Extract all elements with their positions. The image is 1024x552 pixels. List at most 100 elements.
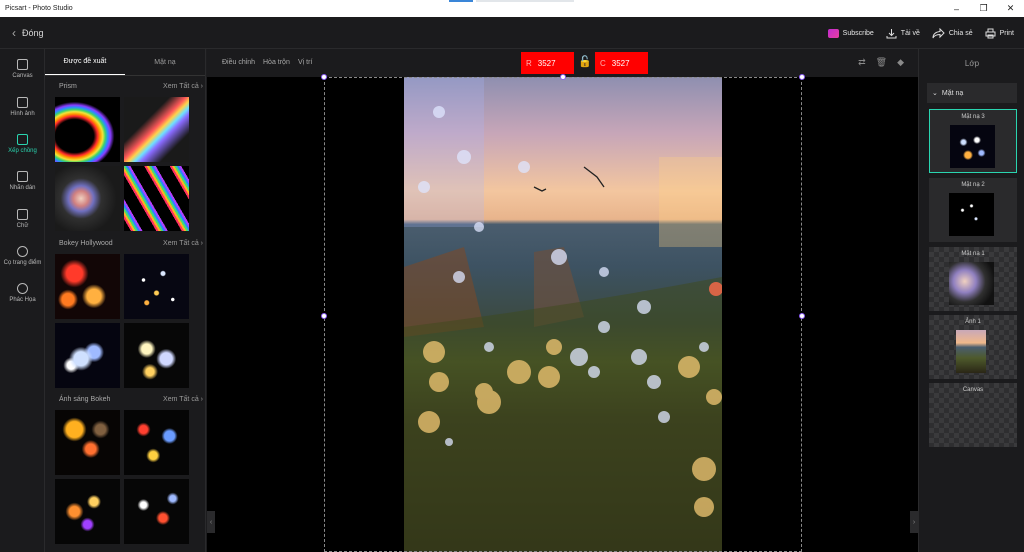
selection-frame[interactable] xyxy=(324,77,802,552)
width-field[interactable]: R 3527 xyxy=(521,52,574,74)
rail-item-sketch[interactable]: Phác Họa xyxy=(0,283,45,303)
rail-item-brush[interactable]: Cọ trang điểm xyxy=(0,246,45,266)
overlay-panel: Được đề xuất Mặt nạ Prism Xem Tất cả › B… xyxy=(45,49,206,552)
overlay-thumbnail[interactable] xyxy=(55,323,120,388)
see-all-link[interactable]: Xem Tất cả › xyxy=(163,396,203,403)
download-icon xyxy=(886,28,897,38)
rail-item-image[interactable]: Hình ảnh xyxy=(0,97,45,117)
rail-item-sticker[interactable]: Nhãn dán xyxy=(0,171,45,191)
sketch-icon xyxy=(17,283,28,294)
subscribe-label: Subscribe xyxy=(842,29,874,37)
layer-item[interactable]: Mặt nạ 1 xyxy=(929,247,1017,311)
tool-adjust[interactable]: Điều chỉnh xyxy=(222,59,255,66)
tool-position[interactable]: Vị trí xyxy=(298,59,312,66)
share-icon xyxy=(932,27,945,38)
tab-masks[interactable]: Mặt nạ xyxy=(125,49,205,75)
layer-name: Canvas xyxy=(962,387,984,393)
titlebar-highlight xyxy=(449,0,473,2)
overlay-thumbnail[interactable] xyxy=(124,97,189,162)
resize-handle[interactable] xyxy=(321,313,327,319)
collapse-right-panel[interactable]: › xyxy=(910,511,918,533)
overlay-thumbnail[interactable] xyxy=(55,166,120,231)
overlay-thumbnail[interactable] xyxy=(124,166,189,231)
brush-icon xyxy=(17,246,28,257)
rail-item-overlay[interactable]: Xếp chồng xyxy=(0,134,45,154)
rail-label: Phác Họa xyxy=(9,297,36,303)
canvas-area: Điều chỉnh Hòa trộn Vị trí R 3527 🔓 C 35… xyxy=(207,49,918,552)
layer-item[interactable]: Mặt nạ 2 xyxy=(929,178,1017,242)
layer-item[interactable]: Canvas xyxy=(929,383,1017,447)
layers-panel: Lớp ⌄ Mặt nạ Mặt nạ 3 Mặt nạ 2 Mặt nạ 1 … xyxy=(918,49,1024,552)
height-field[interactable]: C 3527 xyxy=(595,52,648,74)
canvas-toolbar: Điều chỉnh Hòa trộn Vị trí R 3527 🔓 C 35… xyxy=(207,49,918,77)
trash-icon[interactable]: 🗑 xyxy=(876,57,887,68)
maximize-button[interactable]: ❐ xyxy=(970,0,997,17)
rail-item-text[interactable]: Chữ xyxy=(0,209,45,229)
tool-blend[interactable]: Hòa trộn xyxy=(263,59,290,66)
tab-suggested[interactable]: Được đề xuất xyxy=(45,49,125,75)
overlay-thumbnail[interactable] xyxy=(124,323,189,388)
share-label: Chia sẻ xyxy=(948,29,973,37)
eraser-icon[interactable]: ◆ xyxy=(897,57,904,68)
see-all-link[interactable]: Xem Tất cả › xyxy=(163,240,203,247)
rail-label: Canvas xyxy=(12,73,33,79)
panel-tabs: Được đề xuất Mặt nạ xyxy=(45,49,205,76)
text-icon xyxy=(17,209,28,220)
layer-name: Ảnh 1 xyxy=(965,319,981,325)
overlay-thumbnail[interactable] xyxy=(124,479,189,544)
overlay-thumbnail[interactable] xyxy=(124,254,189,319)
layer-item[interactable]: Ảnh 1 xyxy=(929,315,1017,379)
layer-preview xyxy=(956,330,986,373)
section-header: Prism Xem Tất cả › xyxy=(59,83,203,90)
collapse-left-panel[interactable]: ‹ xyxy=(207,511,215,533)
resize-handle[interactable] xyxy=(560,74,566,80)
download-button[interactable]: Tải về xyxy=(886,28,920,39)
top-actions: Subscribe Tải về Chia sẻ Print xyxy=(827,17,1014,49)
layer-preview xyxy=(949,262,994,305)
overlay-thumbnail[interactable] xyxy=(55,97,120,162)
print-label: Print xyxy=(999,29,1014,37)
layer-name: Mặt nạ 3 xyxy=(961,114,985,120)
lock-icon[interactable]: 🔓 xyxy=(578,55,592,71)
close-window-button[interactable]: ✕ xyxy=(997,0,1024,17)
back-button[interactable]: ‹ Đóng xyxy=(12,26,44,40)
width-value: 3527 xyxy=(537,58,556,68)
layer-preview xyxy=(950,125,995,168)
layer-item[interactable]: Mặt nạ 3 xyxy=(929,109,1017,173)
rail-item-canvas[interactable]: Canvas xyxy=(0,59,45,79)
overlay-thumbnail[interactable] xyxy=(55,410,120,475)
overlay-thumbnail[interactable] xyxy=(55,254,120,319)
titlebar-highlight-secondary xyxy=(476,0,574,2)
height-value: 3527 xyxy=(611,58,630,68)
canvas-actions: ⇄ 🗑 ◆ xyxy=(858,57,904,68)
section-header: Ánh sáng Bokeh Xem Tất cả › xyxy=(59,396,203,403)
see-all-link[interactable]: Xem Tất cả › xyxy=(163,83,203,90)
chevron-down-icon: ⌄ xyxy=(932,90,938,97)
minimize-button[interactable]: – xyxy=(943,0,970,17)
swap-icon[interactable]: ⇄ xyxy=(858,57,866,68)
print-button[interactable]: Print xyxy=(985,28,1014,39)
section-title: Prism xyxy=(59,83,77,90)
layer-group[interactable]: ⌄ Mặt nạ xyxy=(927,83,1017,103)
rail-label: Chữ xyxy=(16,223,29,229)
image-icon xyxy=(17,97,28,108)
download-label: Tải về xyxy=(900,29,920,37)
resize-handle[interactable] xyxy=(799,74,805,80)
overlay-thumbnail[interactable] xyxy=(55,479,120,544)
share-button[interactable]: Chia sẻ xyxy=(932,27,973,39)
resize-handle[interactable] xyxy=(799,313,805,319)
resize-handle[interactable] xyxy=(321,74,327,80)
subscribe-button[interactable]: Subscribe xyxy=(827,28,874,38)
layer-name: Mặt nạ 1 xyxy=(961,251,985,257)
canvas-icon xyxy=(17,59,28,70)
layer-group-name: Mặt nạ xyxy=(941,89,964,97)
section-title: Ánh sáng Bokeh xyxy=(59,396,111,403)
chevron-left-icon: ‹ xyxy=(12,25,16,40)
section-header: Bokey Hollywood Xem Tất cả › xyxy=(59,240,203,247)
overlay-thumbnail[interactable] xyxy=(124,410,189,475)
height-label: C xyxy=(600,58,606,68)
print-icon xyxy=(985,28,996,38)
section-title: Bokey Hollywood xyxy=(59,240,113,247)
layer-name: Mặt nạ 2 xyxy=(961,182,985,188)
layers-title: Lớp xyxy=(964,59,980,68)
